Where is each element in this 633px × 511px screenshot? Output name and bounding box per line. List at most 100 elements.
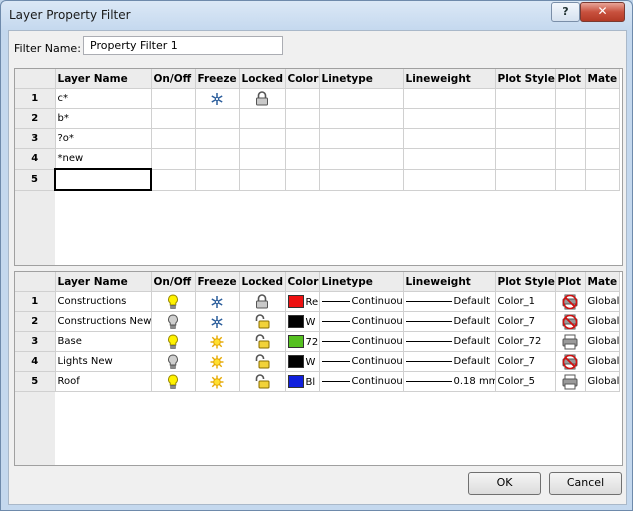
- color-cell[interactable]: [285, 169, 320, 191]
- sun-icon[interactable]: [210, 335, 224, 349]
- bulb-on-icon[interactable]: [167, 293, 179, 310]
- material-cell[interactable]: [585, 148, 620, 170]
- freeze-cell[interactable]: [195, 351, 240, 372]
- lock-icon[interactable]: [255, 294, 269, 309]
- freeze-cell[interactable]: [195, 88, 240, 109]
- linetype-cell[interactable]: [319, 148, 404, 170]
- freeze-cell[interactable]: [195, 291, 240, 312]
- freeze-cell[interactable]: [195, 331, 240, 352]
- color-cell[interactable]: W: [285, 311, 320, 332]
- on-off-cell[interactable]: [151, 128, 196, 149]
- on-off-cell[interactable]: [151, 371, 196, 392]
- table-row[interactable]: 4 *new: [15, 148, 620, 170]
- plot-cell[interactable]: [555, 311, 586, 332]
- column-header[interactable]: Mate: [585, 272, 620, 292]
- color-cell[interactable]: [285, 88, 320, 109]
- plot-style-cell[interactable]: [495, 148, 556, 170]
- locked-cell[interactable]: [239, 331, 286, 352]
- unlock-icon[interactable]: [254, 374, 270, 389]
- material-cell[interactable]: [585, 169, 620, 191]
- filter-name-input[interactable]: Property Filter 1: [83, 36, 283, 55]
- locked-cell[interactable]: [239, 148, 286, 170]
- title-bar[interactable]: Layer Property Filter ? ✕: [1, 1, 632, 29]
- plot-style-cell[interactable]: Color_7: [495, 351, 556, 372]
- material-cell[interactable]: [585, 88, 620, 109]
- column-header[interactable]: Plot Style: [495, 69, 556, 89]
- color-cell[interactable]: Re: [285, 291, 320, 312]
- column-header[interactable]: Layer Name: [55, 69, 152, 89]
- lineweight-cell[interactable]: Default: [403, 331, 496, 352]
- table-row[interactable]: 3 Base 72 Continuou Default Color_72 Global: [15, 331, 620, 352]
- table-row[interactable]: 1 Constructions Re Continuou Default Color_1 G…: [15, 291, 620, 312]
- on-off-cell[interactable]: [151, 148, 196, 170]
- snowflake-icon[interactable]: [210, 315, 224, 329]
- bulb-off-icon[interactable]: [167, 313, 179, 330]
- column-header[interactable]: Lineweight: [403, 69, 496, 89]
- freeze-cell[interactable]: [195, 128, 240, 149]
- on-off-cell[interactable]: [151, 108, 196, 129]
- layer-name-cell[interactable]: Roof: [55, 371, 152, 392]
- on-off-cell[interactable]: [151, 331, 196, 352]
- plot-style-cell[interactable]: Color_7: [495, 311, 556, 332]
- plot-cell[interactable]: [555, 88, 586, 109]
- table-row[interactable]: 3 ?o*: [15, 128, 620, 149]
- lineweight-cell[interactable]: [403, 148, 496, 170]
- printer-icon[interactable]: [562, 374, 578, 390]
- material-cell[interactable]: [585, 108, 620, 129]
- plot-cell[interactable]: [555, 291, 586, 312]
- locked-cell[interactable]: [239, 169, 286, 191]
- layer-name-cell[interactable]: Base: [55, 331, 152, 352]
- snowflake-icon[interactable]: [210, 92, 224, 106]
- plot-cell[interactable]: [555, 128, 586, 149]
- table-row[interactable]: 5 Roof Bl Continuou 0.18 mm Color_5 Global: [15, 371, 620, 392]
- printer-icon[interactable]: [562, 334, 578, 350]
- layer-name-cell[interactable]: Constructions New: [55, 311, 152, 332]
- column-header[interactable]: Locked: [239, 272, 286, 292]
- material-cell[interactable]: [585, 128, 620, 149]
- column-header[interactable]: On/Off: [151, 69, 196, 89]
- lineweight-cell[interactable]: [403, 128, 496, 149]
- table-row[interactable]: 4 Lights New W Continuou Default Color_7 Globa…: [15, 351, 620, 372]
- lineweight-cell[interactable]: 0.18 mm: [403, 371, 496, 392]
- locked-cell[interactable]: [239, 371, 286, 392]
- sun-icon[interactable]: [210, 355, 224, 369]
- linetype-cell[interactable]: Continuou: [319, 311, 404, 332]
- plot-cell[interactable]: [555, 148, 586, 170]
- unlock-icon[interactable]: [254, 354, 270, 369]
- ok-button[interactable]: OK: [468, 472, 541, 495]
- plot-style-cell[interactable]: Color_72: [495, 331, 556, 352]
- locked-cell[interactable]: [239, 351, 286, 372]
- layer-name-cell[interactable]: Constructions: [55, 291, 152, 312]
- layer-name-cell[interactable]: *new: [55, 148, 152, 170]
- color-cell[interactable]: W: [285, 351, 320, 372]
- column-header[interactable]: Plot: [555, 272, 586, 292]
- plot-style-cell[interactable]: [495, 88, 556, 109]
- on-off-cell[interactable]: [151, 291, 196, 312]
- lineweight-cell[interactable]: [403, 88, 496, 109]
- column-header[interactable]: Plot Style: [495, 272, 556, 292]
- layer-name-cell[interactable]: [54, 168, 152, 191]
- color-cell[interactable]: Bl: [285, 371, 320, 392]
- on-off-cell[interactable]: [151, 351, 196, 372]
- bulb-on-icon[interactable]: [167, 333, 179, 350]
- lineweight-cell[interactable]: Default: [403, 291, 496, 312]
- table-row[interactable]: 1 c*: [15, 88, 620, 109]
- table-row[interactable]: 2 b*: [15, 108, 620, 129]
- freeze-cell[interactable]: [195, 108, 240, 129]
- locked-cell[interactable]: [239, 108, 286, 129]
- material-cell[interactable]: Global: [585, 371, 620, 392]
- material-cell[interactable]: Global: [585, 351, 620, 372]
- unlock-icon[interactable]: [254, 314, 270, 329]
- lineweight-cell[interactable]: [403, 169, 496, 191]
- column-header[interactable]: Freeze: [195, 272, 240, 292]
- column-header[interactable]: Plot: [555, 69, 586, 89]
- no-plot-icon[interactable]: [562, 314, 578, 330]
- plot-style-cell[interactable]: [495, 169, 556, 191]
- column-header[interactable]: Locked: [239, 69, 286, 89]
- column-header[interactable]: Color: [285, 69, 320, 89]
- linetype-cell[interactable]: Continuou: [319, 351, 404, 372]
- column-header[interactable]: Lineweight: [403, 272, 496, 292]
- linetype-cell[interactable]: [319, 169, 404, 191]
- help-button[interactable]: ?: [551, 2, 580, 22]
- sun-icon[interactable]: [210, 375, 224, 389]
